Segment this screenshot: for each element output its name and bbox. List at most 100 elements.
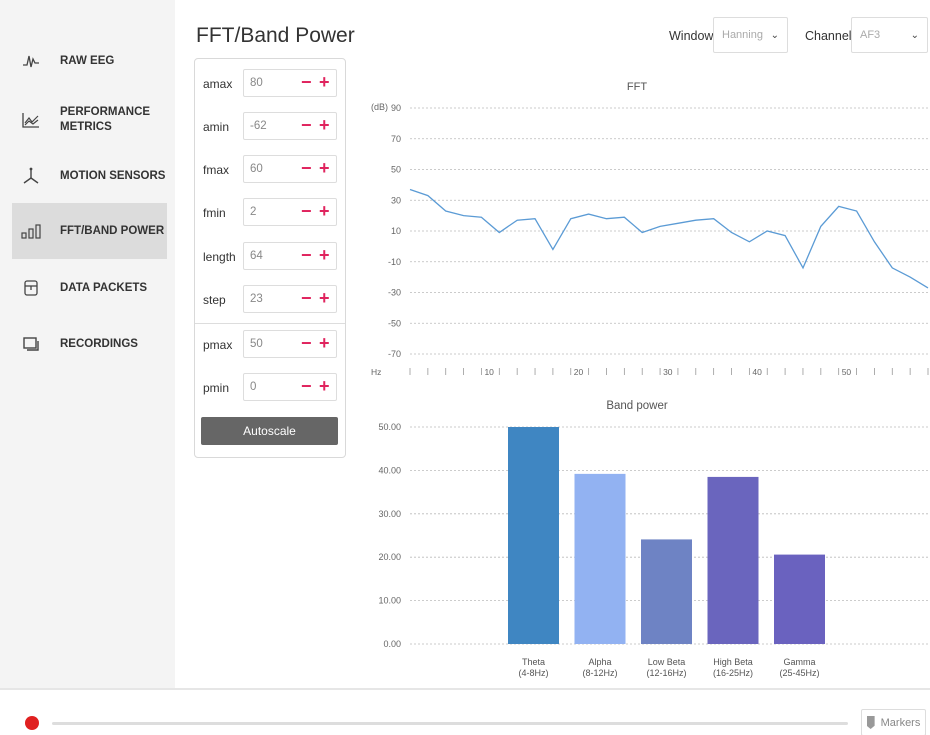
- fft-y-unit: (dB): [371, 102, 388, 112]
- sidebar-item-label: RECORDINGS: [60, 337, 138, 350]
- band-y-tick-label: 0.00: [383, 639, 401, 649]
- band-power-chart: Band power 50.00 40.00 30.00 20.00 10.00 0.00…: [378, 400, 928, 678]
- chevron-down-icon: ⌄: [910, 29, 919, 41]
- parameter-panel: amax 80 − + amin -62 − + fmax 60 − + fmi…: [194, 58, 346, 458]
- line-chart-icon: [16, 112, 46, 128]
- fft-y-tick-label: -70: [388, 349, 401, 359]
- fft-line: [409, 188, 929, 289]
- increment-button[interactable]: +: [319, 373, 330, 399]
- fft-y-tick-label: 10: [391, 226, 401, 236]
- param-label: step: [203, 293, 226, 307]
- decrement-button[interactable]: −: [301, 112, 312, 138]
- band-bars: [508, 427, 825, 644]
- sidebar-item-raw-eeg[interactable]: RAW EEG: [12, 42, 167, 80]
- band-bar: [774, 554, 825, 644]
- sidebar-item-motion-sensors[interactable]: MOTION SENSORS: [12, 157, 167, 195]
- band-x-tick-label: Alpha (8-12Hz): [582, 657, 617, 678]
- band-x-axis: Theta (4-8Hz) Alpha (8-12Hz) Low Beta (12-16H…: [518, 657, 819, 678]
- param-row-fmax: fmax 60 − +: [195, 155, 345, 185]
- sidebar-item-label: MOTION SENSORS: [60, 169, 166, 182]
- increment-button[interactable]: +: [319, 155, 330, 181]
- param-row-fmin: fmin 2 − +: [195, 198, 345, 228]
- autoscale-button[interactable]: Autoscale: [201, 417, 338, 445]
- band-bar: [641, 539, 692, 644]
- band-x-tick-label: Gamma (25-45Hz): [779, 657, 819, 678]
- fft-y-tick-label: 50: [391, 165, 401, 175]
- param-row-amin: amin -62 − +: [195, 112, 345, 142]
- decrement-button[interactable]: −: [301, 242, 312, 268]
- param-divider: [195, 323, 345, 324]
- fft-x-unit: Hz: [371, 367, 381, 377]
- fft-y-tick-label: -10: [388, 257, 401, 267]
- fft-x-tick-label: 50: [842, 367, 852, 377]
- fft-grid: [410, 107, 928, 355]
- param-label: fmin: [203, 206, 226, 220]
- band-x-tick-label: High Beta (16-25Hz): [713, 657, 753, 678]
- fft-series: [409, 188, 929, 289]
- fft-y-axis: 90 70 50 30 10 -10 -30 -50 -70: [388, 103, 401, 359]
- eeg-wave-icon: [16, 53, 46, 69]
- timeline-slider[interactable]: [52, 722, 848, 725]
- decrement-button[interactable]: −: [301, 373, 312, 399]
- increment-button[interactable]: +: [319, 69, 330, 95]
- param-row-pmax: pmax 50 − +: [195, 330, 345, 360]
- band-x-tick-label: Theta (4-8Hz): [518, 657, 548, 678]
- param-row-pmin: pmin 0 − +: [195, 373, 345, 403]
- window-select-value: Hanning: [722, 29, 763, 41]
- band-bar: [574, 473, 626, 644]
- markers-label: Markers: [880, 716, 921, 729]
- decrement-button[interactable]: −: [301, 69, 312, 95]
- window-select[interactable]: Hanning ⌄: [713, 17, 788, 53]
- param-label: fmax: [203, 163, 230, 177]
- band-y-tick-label: 20.00: [378, 552, 401, 562]
- param-row-length: length 64 − +: [195, 242, 345, 272]
- window-label: Window: [669, 29, 714, 43]
- band-bar: [707, 476, 759, 644]
- increment-button[interactable]: +: [319, 330, 330, 356]
- channel-label: Channel: [805, 29, 852, 43]
- fft-chart-title: FFT: [627, 81, 647, 93]
- increment-button[interactable]: +: [319, 112, 330, 138]
- record-button[interactable]: [25, 716, 39, 730]
- param-label: pmin: [203, 381, 230, 395]
- sidebar: RAW EEG PERFORMANCE METRICS MOTION SENSO…: [0, 0, 175, 690]
- increment-button[interactable]: +: [319, 242, 330, 268]
- decrement-button[interactable]: −: [301, 198, 312, 224]
- sidebar-item-recordings[interactable]: RECORDINGS: [12, 325, 167, 363]
- decrement-button[interactable]: −: [301, 155, 312, 181]
- param-row-step: step 23 − +: [195, 285, 345, 315]
- fft-y-tick-label: 90: [391, 103, 401, 113]
- increment-button[interactable]: +: [319, 285, 330, 311]
- bottom-divider: [0, 688, 930, 690]
- fft-y-tick-label: -50: [388, 318, 401, 328]
- band-y-tick-label: 10.00: [378, 596, 401, 606]
- markers-button[interactable]: Markers: [861, 709, 926, 735]
- channel-select-value: AF3: [860, 29, 881, 41]
- decrement-button[interactable]: −: [301, 330, 312, 356]
- sidebar-item-label: RAW EEG: [60, 54, 115, 67]
- fft-y-tick-label: 70: [391, 134, 401, 144]
- axes-icon: [16, 167, 46, 185]
- band-y-axis: 50.00 40.00 30.00 20.00 10.00 0.00: [378, 422, 401, 649]
- decrement-button[interactable]: −: [301, 285, 312, 311]
- param-label: amax: [203, 77, 233, 91]
- band-bar: [508, 427, 559, 644]
- chevron-down-icon: ⌄: [770, 29, 779, 41]
- bars-icon: [16, 223, 46, 239]
- sidebar-item-performance-metrics[interactable]: PERFORMANCE METRICS: [12, 98, 167, 142]
- packet-icon: [16, 279, 46, 297]
- sidebar-item-label: PERFORMANCE METRICS: [60, 106, 151, 133]
- sidebar-item-fft-band-power[interactable]: FFT/BAND POWER: [12, 203, 167, 259]
- band-y-tick-label: 40.00: [378, 465, 401, 475]
- monitor-icon: [16, 336, 46, 352]
- param-row-amax: amax 80 − +: [195, 69, 345, 99]
- increment-button[interactable]: +: [319, 198, 330, 224]
- param-label: amin: [203, 120, 230, 134]
- sidebar-item-data-packets[interactable]: DATA PACKETS: [12, 269, 167, 307]
- band-x-tick-label: Low Beta (12-16Hz): [646, 657, 686, 678]
- band-power-chart-title: Band power: [606, 400, 668, 412]
- channel-select[interactable]: AF3 ⌄: [851, 17, 928, 53]
- band-y-tick-label: 30.00: [378, 509, 401, 519]
- param-label: length: [203, 250, 236, 264]
- param-label: pmax: [203, 338, 233, 352]
